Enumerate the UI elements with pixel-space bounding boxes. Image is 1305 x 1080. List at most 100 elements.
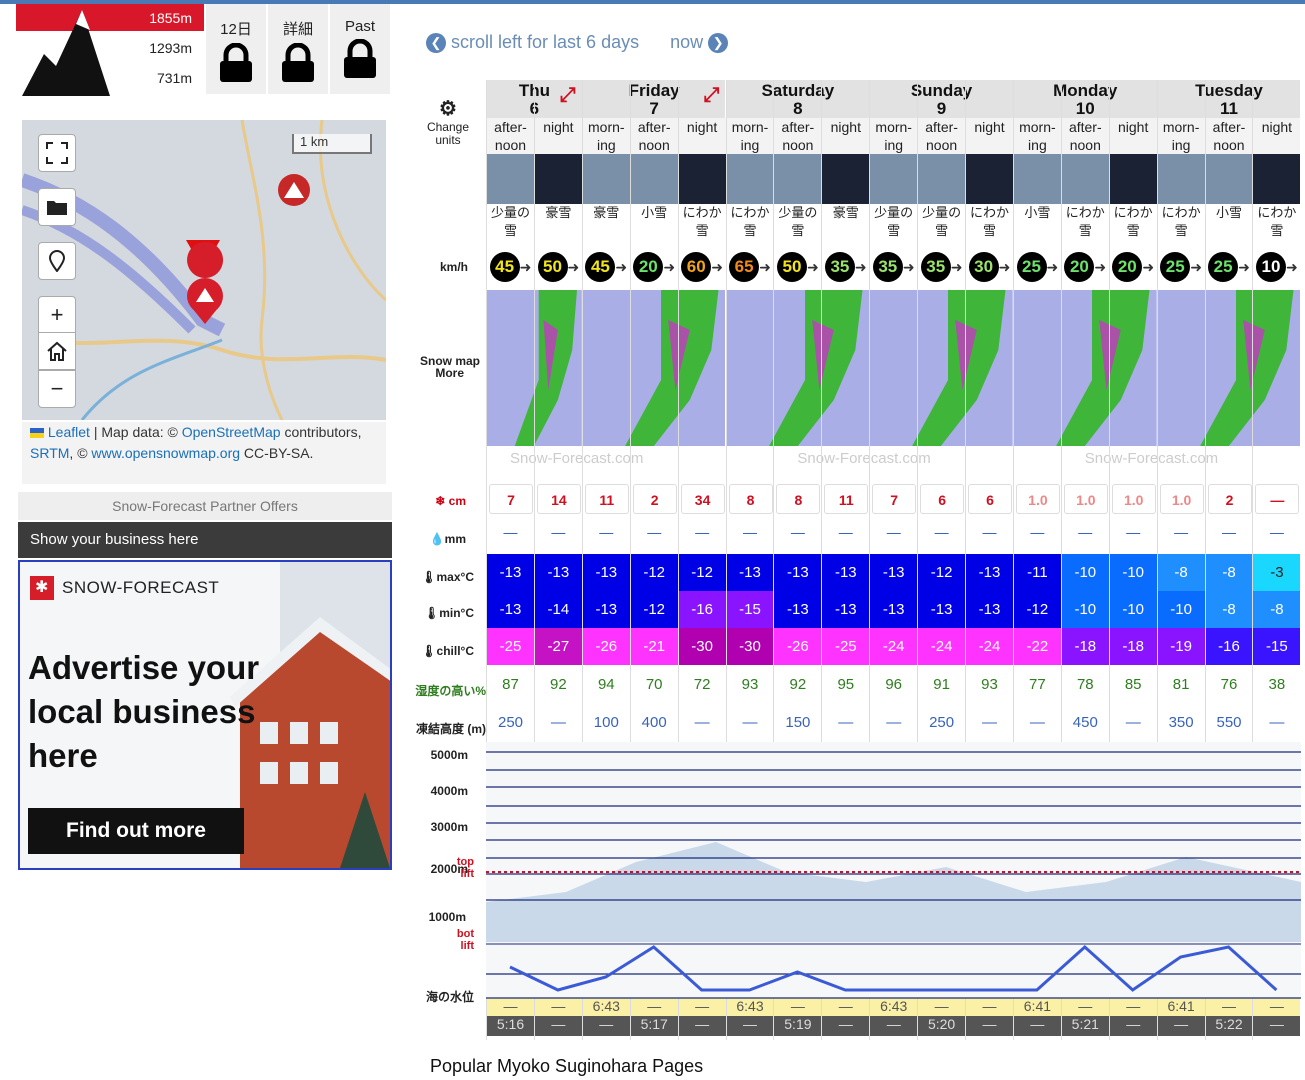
- resort-map[interactable]: 1 km + −: [22, 120, 386, 420]
- time-navigation: ❮ scroll left for last 6 days now ❯: [426, 32, 729, 54]
- min-temp: -14: [534, 591, 582, 628]
- moon-snow-icon: [1253, 154, 1301, 204]
- elevation-selector[interactable]: 1855m 1293m 731m: [16, 4, 204, 96]
- min-temp: -13: [918, 591, 966, 628]
- show-business-link[interactable]: Show your business here: [18, 522, 392, 558]
- locked-label: 12日: [220, 21, 252, 38]
- freezing-level: 450: [1072, 714, 1098, 731]
- layers-folder-button[interactable]: [38, 188, 76, 226]
- wind-speed: 35: [824, 252, 855, 282]
- wind-arrow-icon: ➜: [1142, 259, 1155, 275]
- chevron-right-icon[interactable]: ❯: [708, 33, 729, 54]
- location-pin-icon: [48, 250, 66, 272]
- period-label: morn- ing: [1157, 118, 1205, 154]
- cloud-snow-icon: [1205, 154, 1253, 204]
- cloud-snow-icon: [630, 154, 678, 204]
- elev-top[interactable]: 1855m: [149, 10, 192, 26]
- wind-arrow-icon: ➜: [519, 259, 532, 275]
- rain-amount: —: [743, 524, 757, 540]
- wind-indicator: 45 ➜: [487, 252, 534, 282]
- max-temp-label: max°C: [436, 570, 474, 584]
- wind-chill: -16: [1205, 628, 1253, 665]
- wind-chill: -19: [1157, 628, 1205, 665]
- snow-map-more-link[interactable]: More: [410, 366, 464, 380]
- min-temp: -10: [1109, 591, 1157, 628]
- period-label: morn- ing: [726, 118, 774, 154]
- sunset: —: [1109, 1016, 1157, 1036]
- wind-indicator: 50 ➜: [774, 252, 821, 282]
- wind-arrow-icon: ➜: [1190, 259, 1202, 275]
- opensnowmap-link[interactable]: www.opensnowmap.org: [91, 445, 240, 461]
- minus-icon: −: [50, 376, 64, 401]
- wind-chill: -25: [487, 628, 534, 665]
- snow-amount: 7: [489, 484, 533, 514]
- fullscreen-button[interactable]: [38, 134, 76, 172]
- wind-chill: -18: [1061, 628, 1109, 665]
- home-button[interactable]: [38, 332, 76, 370]
- wind-speed: 50: [537, 252, 568, 282]
- min-temp: -12: [1013, 591, 1061, 628]
- elev-bot[interactable]: 731m: [157, 70, 192, 86]
- wind-arrow-icon: ➜: [950, 259, 963, 275]
- weather-text: 少量の 雪: [922, 205, 962, 238]
- max-temp: -13: [822, 554, 870, 591]
- max-temp: -13: [774, 554, 822, 591]
- max-temp: -10: [1061, 554, 1109, 591]
- snowflake-logo-icon: ✱: [30, 576, 54, 600]
- sunset: 5:21: [1061, 1016, 1109, 1036]
- forecast-table: Thu 6 ⤢ Friday 7 ⤢ Saturday 8 Sunday 9 Monday 10 Tue…: [486, 80, 1301, 1040]
- min-temp: -15: [726, 591, 774, 628]
- locked-detail[interactable]: 詳細: [268, 4, 328, 94]
- alt-3000-label: 3000m: [430, 820, 468, 834]
- srtm-link[interactable]: SRTM: [30, 445, 69, 461]
- wind-indicator: 50 ➜: [535, 252, 582, 282]
- osm-link[interactable]: OpenStreetMap: [182, 424, 281, 440]
- weather-text: 少量の 雪: [874, 205, 914, 238]
- max-temp: -12: [678, 554, 726, 591]
- min-temp: -13: [582, 591, 630, 628]
- zoom-out-button[interactable]: −: [38, 370, 76, 408]
- map-scale: 1 km: [292, 134, 372, 154]
- scroll-left-link[interactable]: scroll left for last 6 days: [451, 32, 639, 52]
- locked-past[interactable]: Past: [330, 4, 390, 94]
- wind-speed: 25: [1016, 252, 1047, 282]
- humidity-value: 92: [789, 676, 807, 693]
- snow-amount: 1.0: [1063, 484, 1108, 514]
- ad-headline: Advertise your local business here: [28, 649, 260, 774]
- chevron-left-icon[interactable]: ❮: [426, 33, 446, 54]
- period-label: after- noon: [630, 118, 678, 154]
- max-temp: -8: [1157, 554, 1205, 591]
- find-out-more-button[interactable]: Find out more: [28, 808, 244, 854]
- snow-amount: 1.0: [1015, 484, 1060, 514]
- sunset: 5:16: [487, 1016, 534, 1036]
- zoom-in-button[interactable]: +: [38, 296, 76, 334]
- wind-chill: -18: [1109, 628, 1157, 665]
- wind-arrow-icon: ➜: [1094, 259, 1107, 275]
- max-temp: -13: [487, 554, 534, 591]
- map-tiles: [22, 120, 386, 420]
- change-units-label: Change units: [426, 120, 470, 147]
- period-label: night: [966, 118, 1013, 154]
- snow-amount: 2: [632, 484, 677, 514]
- locked-12day[interactable]: 12日: [206, 4, 266, 94]
- weather-text: にわか 雪: [1161, 205, 1201, 238]
- lock-icon: [344, 38, 376, 78]
- sunset: —: [966, 1016, 1013, 1036]
- snowflake-icon: ❄: [435, 494, 446, 508]
- elev-mid[interactable]: 1293m: [149, 40, 192, 56]
- wind-chill: -24: [966, 628, 1013, 665]
- snow-amount: 11: [824, 484, 869, 514]
- weather-text: にわか 雪: [1065, 205, 1105, 238]
- change-units-button[interactable]: ⚙ Change units: [410, 96, 486, 147]
- rain-amount: —: [886, 524, 901, 540]
- wind-arrow-icon: ➜: [807, 259, 819, 275]
- snow-amount: 8: [776, 484, 821, 514]
- altitude-chart: [486, 742, 1301, 999]
- leaflet-link[interactable]: Leaflet: [48, 424, 90, 440]
- locate-button[interactable]: [38, 242, 76, 280]
- now-link[interactable]: now: [670, 32, 703, 52]
- wind-indicator: 10 ➜: [1253, 252, 1300, 282]
- wind-chill: -30: [726, 628, 774, 665]
- advert-banner[interactable]: ✱ SNOW-FORECAST Advertise your local busi…: [18, 560, 392, 870]
- humidity-value: 72: [693, 676, 711, 693]
